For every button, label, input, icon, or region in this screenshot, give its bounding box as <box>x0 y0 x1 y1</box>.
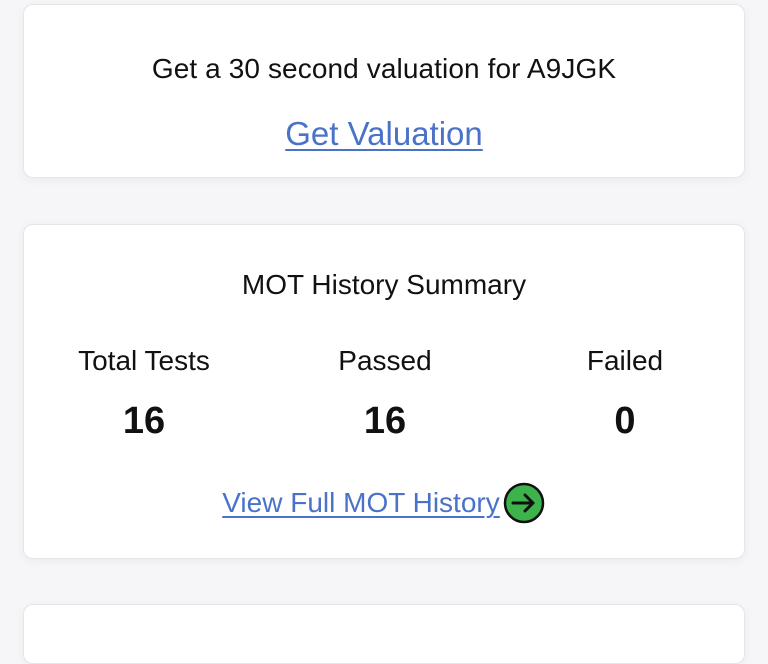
valuation-heading: Get a 30 second valuation for A9JGK <box>151 53 617 84</box>
arrow-right-circle-icon <box>502 481 546 525</box>
stat-passed-label: Passed <box>338 345 432 376</box>
mot-stats: Total Tests 16 Passed 16 Failed 0 <box>24 341 744 451</box>
stat-passed: Passed 16 <box>265 341 505 443</box>
history-link-wrapper: View Full MOT History <box>24 481 744 525</box>
stat-total-tests: Total Tests 16 <box>24 341 264 443</box>
stat-failed: Failed 0 <box>505 341 745 443</box>
stat-total-tests-label: Total Tests <box>78 345 210 376</box>
stat-total-tests-value: 16 <box>122 400 166 442</box>
mot-summary-title: MOT History Summary <box>241 269 527 300</box>
stat-passed-value: 16 <box>363 400 407 442</box>
get-valuation-link[interactable]: Get Valuation <box>285 115 483 152</box>
stat-failed-label: Failed <box>586 345 664 376</box>
view-full-mot-history-link[interactable]: View Full MOT History <box>222 481 545 525</box>
valuation-card: Get a 30 second valuation for A9JGK Get … <box>23 4 745 178</box>
valuation-link-wrapper: Get Valuation <box>24 115 744 153</box>
next-card <box>23 604 745 664</box>
stat-failed-value: 0 <box>614 400 636 442</box>
mot-history-summary-card: MOT History Summary Total Tests 16 Passe… <box>23 224 745 559</box>
view-full-mot-history-label: View Full MOT History <box>222 487 500 518</box>
